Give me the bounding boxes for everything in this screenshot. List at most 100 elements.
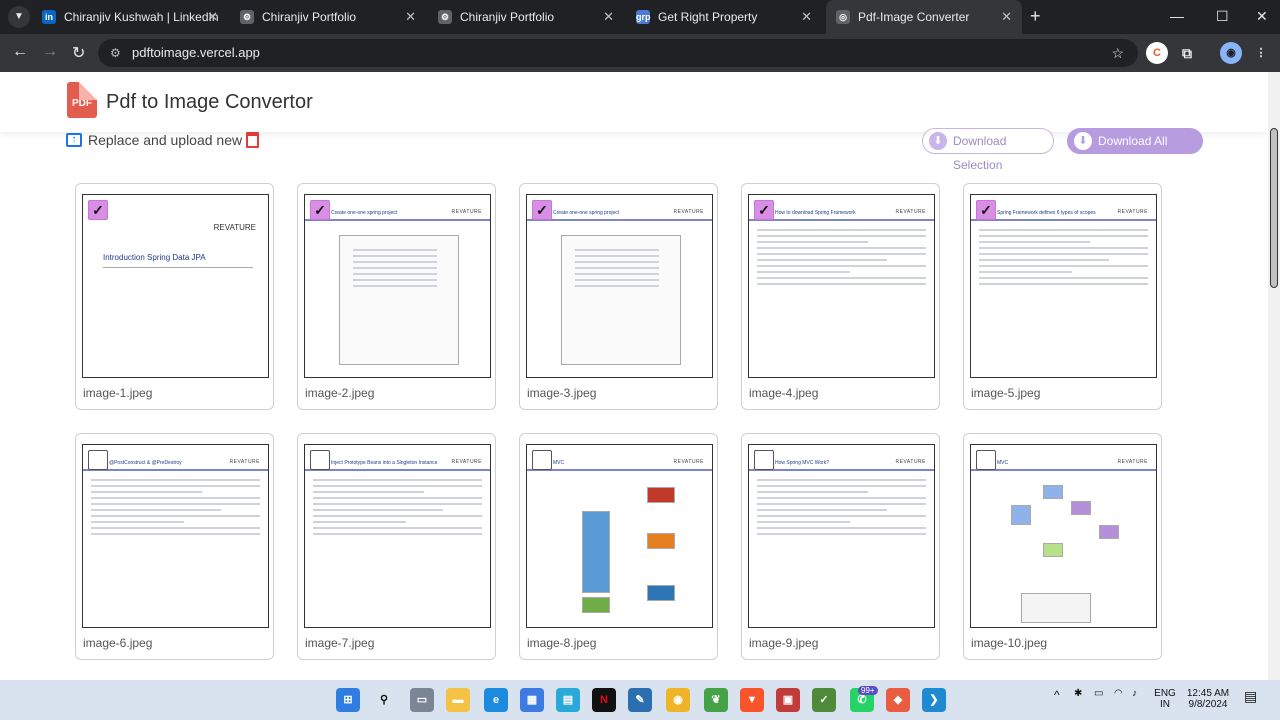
image-filename: image-3.jpeg — [527, 386, 597, 400]
trash-icon[interactable] — [246, 132, 259, 148]
image-preview[interactable]: Spring Framework defines 6 types of scop… — [970, 194, 1157, 378]
task-view-icon[interactable]: ▭ — [410, 688, 434, 712]
browser-tab[interactable]: ⚙ Chiranjiv Portfolio ✕ — [230, 0, 426, 34]
forward-arrow-icon[interactable]: → — [42, 43, 58, 61]
vscode-icon[interactable]: ❯ — [922, 688, 946, 712]
notifications-icon[interactable]: ▤ — [1244, 688, 1257, 705]
notepad-icon[interactable]: ✓ — [812, 688, 836, 712]
close-tab-icon[interactable]: ✕ — [603, 9, 614, 25]
image-card[interactable]: MVC REVATURE image-8.jpeg — [519, 433, 718, 660]
select-checkbox[interactable] — [532, 450, 552, 470]
store-icon[interactable]: ▦ — [520, 688, 544, 712]
select-checkbox[interactable]: ✓ — [976, 200, 996, 220]
chrome-icon[interactable]: ◉ — [666, 688, 690, 712]
browser-tab[interactable]: ◎ Pdf-Image Converter ✕ — [826, 0, 1022, 34]
select-checkbox[interactable]: ✓ — [532, 200, 552, 220]
select-checkbox[interactable]: ✓ — [88, 200, 108, 220]
extension-c-icon[interactable]: C — [1146, 42, 1168, 64]
image-preview[interactable]: Create one-one spring project REVATURE ✓ — [526, 194, 713, 378]
close-tab-icon[interactable]: ✕ — [405, 9, 416, 25]
image-card[interactable]: How to download Spring Framework REVATURE… — [741, 183, 940, 410]
scrollbar-thumb[interactable] — [1270, 128, 1278, 288]
windows-taskbar: ⊞ ⚲ ▭ ▬ e ▦ ▤ N ✎ ◉ ❦ ▼ ▣ ✓ ✆ 99+ ◆ ❯ ^ … — [0, 680, 1280, 720]
windows-start-icon[interactable]: ⊞ — [336, 688, 360, 712]
close-tab-icon[interactable]: ✕ — [207, 9, 218, 25]
tab-title: Get Right Property — [658, 10, 758, 24]
git-icon[interactable]: ◆ — [886, 688, 910, 712]
select-checkbox[interactable] — [754, 450, 774, 470]
tab-search-chevron-icon[interactable]: ▼ — [8, 6, 30, 28]
wifi-icon[interactable]: ◠ — [1114, 688, 1123, 699]
bookmark-star-icon[interactable]: ☆ — [1111, 39, 1124, 67]
image-card[interactable]: Spring Framework defines 6 types of scop… — [963, 183, 1162, 410]
image-preview[interactable]: How to download Spring Framework REVATURE… — [748, 194, 935, 378]
select-checkbox[interactable]: ✓ — [310, 200, 330, 220]
app-icon-2[interactable]: ✎ — [628, 688, 652, 712]
select-checkbox[interactable]: ✓ — [754, 200, 774, 220]
new-tab-button[interactable]: + — [1030, 6, 1041, 27]
close-tab-icon[interactable]: ✕ — [1001, 9, 1012, 25]
browser-tab[interactable]: grp Get Right Property ✕ — [626, 0, 822, 34]
search-icon[interactable]: ⚲ — [372, 688, 396, 712]
brand-logo: REVATURE — [673, 209, 704, 215]
url-text: pdftoimage.vercel.app — [132, 45, 260, 60]
battery-icon[interactable]: ▭ — [1094, 688, 1103, 699]
download-selection-button[interactable]: ⬇ Download Selection — [922, 128, 1054, 172]
replace-upload-button[interactable]: ↑ Replace and upload new — [66, 132, 242, 148]
chevron-up-icon[interactable]: ^ — [1054, 688, 1060, 702]
browser-tab[interactable]: in Chiranjiv Kushwah | LinkedIn ✕ — [32, 0, 228, 34]
brand-logo: REVATURE — [673, 459, 704, 465]
image-preview[interactable]: How Spring MVC Work? REVATURE — [748, 444, 935, 628]
file-explorer-icon[interactable]: ▬ — [446, 688, 470, 712]
spring-icon[interactable]: ❦ — [704, 688, 728, 712]
download-all-button[interactable]: ⬇ Download All Images — [1067, 128, 1203, 172]
brand-logo: REVATURE — [451, 209, 482, 215]
image-preview[interactable]: Introduction Spring Data JPA REVATURE ✓ — [82, 194, 269, 378]
volume-icon[interactable]: ♪ — [1132, 688, 1137, 699]
netflix-icon[interactable]: N — [592, 688, 616, 712]
page-viewport: PDF Pdf to Image Convertor ↑ Replace and… — [0, 72, 1268, 680]
select-checkbox[interactable] — [976, 450, 996, 470]
select-checkbox[interactable] — [310, 450, 330, 470]
linkedin-icon: in — [42, 10, 56, 24]
address-bar[interactable]: ⚙ pdftoimage.vercel.app ☆ — [98, 39, 1138, 67]
bluetooth-icon[interactable]: ✱ — [1074, 688, 1082, 699]
image-card[interactable]: @PostConstruct & @PreDestroy REVATURE imag… — [75, 433, 274, 660]
close-tab-icon[interactable]: ✕ — [801, 9, 812, 25]
brand-logo: REVATURE — [895, 459, 926, 465]
image-preview[interactable]: Inject Prototype Beans into a Singleton … — [304, 444, 491, 628]
image-preview[interactable]: MVC REVATURE — [970, 444, 1157, 628]
image-preview[interactable]: MVC REVATURE — [526, 444, 713, 628]
browser-tab[interactable]: ⚙ Chiranjiv Portfolio ✕ — [428, 0, 624, 34]
image-card[interactable]: Inject Prototype Beans into a Singleton … — [297, 433, 496, 660]
image-preview[interactable]: @PostConstruct & @PreDestroy REVATURE — [82, 444, 269, 628]
language-indicator[interactable]: ENG IN — [1150, 688, 1180, 710]
app-icon[interactable]: ▤ — [556, 688, 580, 712]
slide-title: MVC — [997, 460, 1009, 466]
page-title: Pdf to Image Convertor — [106, 91, 313, 113]
back-arrow-icon[interactable]: ← — [12, 43, 28, 61]
clock[interactable]: 12:45 AM 9/8/2024 — [1180, 688, 1236, 710]
image-card[interactable]: How Spring MVC Work? REVATURE image-9.jpeg — [741, 433, 940, 660]
edge-icon[interactable]: e — [484, 688, 508, 712]
image-card[interactable]: Introduction Spring Data JPA REVATURE ✓ ima… — [75, 183, 274, 410]
slide-title: MVC — [553, 460, 565, 466]
close-window-icon[interactable]: ✕ — [1256, 8, 1268, 25]
brave-icon[interactable]: ▼ — [740, 688, 764, 712]
reload-icon[interactable]: ↻ — [72, 43, 85, 63]
app-icon-3[interactable]: ▣ — [776, 688, 800, 712]
image-preview[interactable]: Create one-one spring project REVATURE ✓ — [304, 194, 491, 378]
site-info-icon[interactable]: ⚙ — [110, 39, 121, 67]
maximize-icon[interactable]: ☐ — [1216, 8, 1229, 25]
select-checkbox[interactable] — [88, 450, 108, 470]
extensions-puzzle-icon[interactable]: ⧉ — [1176, 42, 1198, 64]
page-scrollbar[interactable] — [1268, 72, 1280, 680]
tab-title: Chiranjiv Portfolio — [262, 10, 357, 24]
minimize-icon[interactable]: — — [1170, 8, 1184, 24]
image-card[interactable]: Create one-one spring project REVATURE ✓ im… — [519, 183, 718, 410]
image-card[interactable]: Create one-one spring project REVATURE ✓ im… — [297, 183, 496, 410]
slide-title: How to download Spring Framework — [775, 210, 856, 216]
image-card[interactable]: MVC REVATURE image-10.jpeg — [963, 433, 1162, 660]
browser-menu-icon[interactable]: ⋮ — [1250, 42, 1272, 64]
avatar[interactable]: ◉ — [1220, 42, 1242, 64]
